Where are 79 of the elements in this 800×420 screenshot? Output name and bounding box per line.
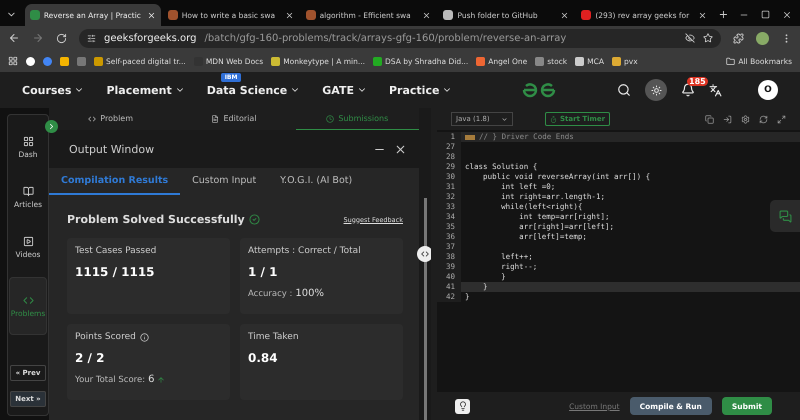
folder-icon — [726, 56, 736, 66]
card-label: Attempts : Correct / Total — [248, 246, 362, 256]
lightbulb-icon — [458, 401, 468, 411]
reload-icon[interactable] — [56, 32, 67, 44]
card-label: Time Taken — [248, 332, 300, 342]
hint-button[interactable] — [455, 398, 470, 414]
card-note: Accuracy : 100% — [248, 288, 325, 299]
star-icon[interactable] — [703, 33, 713, 43]
favicon-icon — [306, 10, 316, 20]
settings-icon[interactable] — [741, 114, 750, 124]
circle-icon[interactable] — [26, 56, 35, 66]
card-value: 0.84 — [248, 351, 279, 365]
notification-badge: 185 — [687, 77, 708, 86]
sun-icon — [650, 84, 662, 96]
favicon-icon — [443, 10, 454, 20]
restore-icon[interactable] — [761, 10, 770, 19]
translate-icon[interactable] — [709, 84, 722, 96]
url-domain: geeksforgeeks.org — [104, 32, 196, 44]
close-icon[interactable] — [284, 10, 294, 20]
code-icon — [22, 294, 34, 306]
favicon-icon — [30, 10, 40, 20]
card-value: 1 / 1 — [248, 265, 278, 279]
code-icon — [88, 114, 96, 122]
card-value: 2 / 2 — [75, 351, 106, 365]
url-path: /batch/gfg-160-problems/track/arrays-gfg-160/problem/reverse-an-array — [204, 32, 568, 44]
import-icon[interactable] — [723, 114, 732, 124]
chat-button[interactable] — [770, 200, 800, 232]
output-tab[interactable]: Custom Input — [180, 168, 268, 195]
logo-icon[interactable] — [522, 82, 556, 98]
site-settings-icon[interactable] — [87, 34, 96, 42]
status-text: Problem Solved Successfully — [67, 213, 260, 226]
check-icon — [248, 214, 260, 225]
arrows-icon — [420, 249, 430, 259]
problem-tab[interactable]: Problem — [49, 108, 172, 130]
book-icon — [22, 186, 34, 196]
output-window-title: Output Window — [69, 142, 156, 156]
extensions-icon[interactable] — [733, 32, 744, 44]
close-icon[interactable] — [782, 10, 792, 20]
card-label: Points Scored — [75, 332, 222, 342]
problem-tab[interactable]: Editorial — [172, 108, 296, 130]
card-note: Your Total Score: 6 — [75, 374, 222, 385]
user-avatar[interactable]: O — [758, 80, 778, 100]
fullscreen-icon[interactable] — [777, 114, 786, 124]
card-label: Test Cases Passed — [75, 246, 158, 256]
bell-icon[interactable] — [681, 83, 695, 97]
nav-menu[interactable]: GATE — [322, 84, 367, 96]
search-icon[interactable] — [617, 83, 631, 97]
chevron-down-icon — [501, 116, 508, 122]
favicon-icon — [168, 10, 178, 20]
eye-off-icon[interactable] — [685, 33, 695, 43]
fold-marker-icon — [465, 134, 475, 140]
theme-toggle[interactable] — [645, 79, 667, 101]
forward-icon[interactable] — [32, 32, 44, 44]
clock-icon — [326, 114, 334, 122]
nav-menu[interactable]: Courses — [22, 84, 84, 96]
reset-icon[interactable] — [759, 114, 768, 124]
nav-menu[interactable]: Practice — [388, 84, 452, 96]
timer-icon — [550, 116, 557, 122]
card-value: 1115 / 1115 — [75, 265, 156, 279]
apps-grid-icon[interactable] — [8, 56, 18, 66]
copy-icon[interactable] — [705, 114, 714, 124]
grid-icon — [22, 136, 34, 146]
close-icon[interactable] — [146, 10, 156, 20]
output-tab[interactable]: Compilation Results — [49, 168, 180, 195]
new-tab-icon[interactable] — [718, 9, 729, 20]
chat-icon — [778, 210, 792, 222]
close-icon[interactable] — [560, 10, 570, 20]
document-icon — [211, 114, 220, 122]
address-bar[interactable]: geeksforgeeks.org /batch/gfg-160-problems/track/arrays-gfg-160/problem/reverse-an-array — [79, 28, 721, 48]
output-tab[interactable]: Y.O.G.I. (AI Bot) — [268, 168, 364, 195]
profile-avatar[interactable] — [756, 32, 769, 44]
favicon-icon — [581, 10, 592, 20]
close-icon[interactable] — [698, 10, 708, 20]
nav-menu[interactable]: Placement — [106, 84, 185, 96]
chevron-right-icon — [47, 122, 56, 131]
close-icon[interactable] — [394, 142, 407, 156]
back-icon[interactable] — [8, 32, 20, 44]
video-icon — [22, 236, 34, 246]
close-icon[interactable] — [422, 10, 432, 20]
